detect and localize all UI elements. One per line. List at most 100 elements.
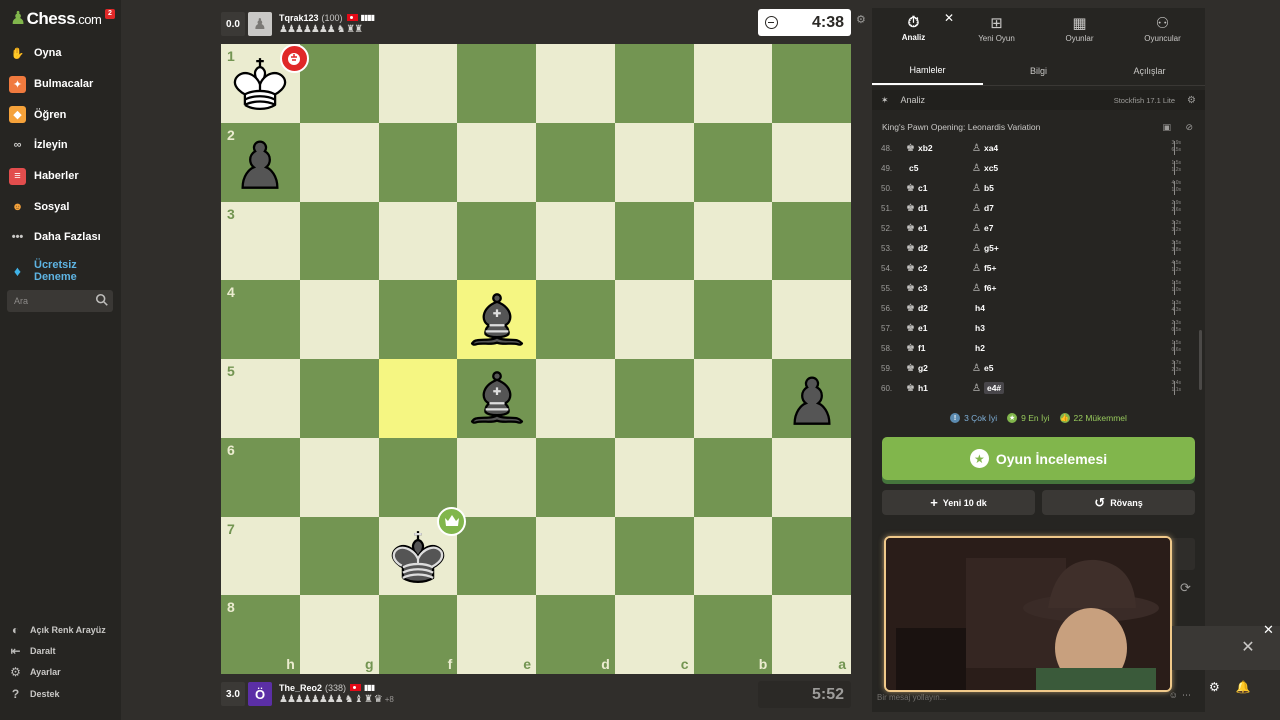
board-square-b6[interactable] (693, 437, 773, 517)
board-square-d1[interactable] (536, 44, 615, 123)
black-move[interactable]: ♙ e5 (972, 363, 1072, 374)
sidebar-item-watch[interactable]: ∞ İzleyin (0, 130, 121, 161)
white-move[interactable]: ♚ c1 (906, 183, 972, 194)
black-move[interactable]: ♙ g5+ (972, 243, 1072, 254)
board-square-c8[interactable]: c (614, 595, 694, 674)
gear-icon[interactable]: ⚙ (1187, 95, 1196, 106)
board-square-g7[interactable] (299, 516, 379, 596)
board-square-b3[interactable] (693, 201, 773, 281)
scrollbar-thumb[interactable] (1199, 330, 1202, 390)
white-move[interactable]: ♚ c3 (906, 283, 972, 294)
black-move[interactable]: ♙ xc5 (972, 163, 1072, 174)
white-move[interactable]: ♚ e1 (906, 223, 972, 234)
board-square-d2[interactable] (536, 122, 615, 202)
board-square-d8[interactable]: d (536, 595, 615, 674)
board-square-e7[interactable] (457, 516, 536, 596)
board-square-a7[interactable] (772, 516, 851, 596)
board-square-f5[interactable] (378, 359, 458, 438)
white-move[interactable]: ♚ e1 (906, 323, 972, 334)
black-move[interactable]: ♙ e7 (972, 223, 1072, 234)
board-square-h5[interactable]: 5 (221, 359, 300, 438)
search-icon[interactable] (95, 293, 109, 307)
white-move[interactable]: ♚ xb2 (906, 143, 972, 154)
bell-icon[interactable]: 🔔 (1236, 680, 1267, 694)
board-square-d6[interactable] (536, 437, 615, 517)
settings-link[interactable]: ⚙ Ayarlar (0, 662, 121, 683)
sidebar-item-puzzles[interactable]: ✦ Bulmacalar (0, 69, 121, 100)
chess-board[interactable]: 12345678hgfedcba (221, 44, 851, 674)
board-square-e1[interactable] (457, 44, 536, 123)
board-square-f6[interactable] (378, 437, 458, 517)
chess-logo[interactable]: ♟Chess.com (10, 8, 102, 29)
notification-badge[interactable]: 2 (105, 9, 115, 19)
close-icon[interactable]: ✕ (1263, 622, 1274, 638)
board-square-a2[interactable] (772, 122, 851, 202)
black-pawn-piece[interactable] (772, 359, 851, 438)
move-list-scrollbar[interactable] (1199, 140, 1202, 398)
board-square-a8[interactable]: a (772, 595, 851, 674)
board-square-h3[interactable]: 3 (221, 201, 300, 281)
black-bishop-piece[interactable] (457, 280, 536, 359)
emoji-icon[interactable]: ☺ (1169, 690, 1182, 700)
board-square-f8[interactable]: f (378, 595, 458, 674)
board-square-f1[interactable] (378, 44, 458, 123)
board-square-g8[interactable]: g (299, 595, 379, 674)
board-square-d7[interactable] (536, 516, 615, 596)
refresh-icon[interactable]: ⟳ (1180, 580, 1191, 596)
white-move[interactable]: ♚ f1 (906, 343, 972, 354)
board-square-c3[interactable] (614, 201, 694, 281)
avatar[interactable]: Ö (248, 682, 272, 706)
board-square-a3[interactable] (772, 201, 851, 281)
sidebar-item-learn[interactable]: ◆ Öğren (0, 99, 121, 130)
board-square-g3[interactable] (299, 201, 379, 281)
board-square-c2[interactable] (614, 122, 694, 202)
tab-analysis[interactable]: ⏱ Analiz (872, 8, 955, 48)
opening-name[interactable]: King's Pawn Opening: Leonardis Variation (882, 122, 1040, 132)
board-square-a4[interactable] (772, 280, 851, 359)
black-move[interactable]: h2 (972, 343, 1072, 353)
white-move[interactable]: ♚ c2 (906, 263, 972, 274)
board-square-b1[interactable] (693, 44, 773, 123)
board-square-f3[interactable] (378, 201, 458, 281)
book-icon[interactable]: ▣ (1162, 122, 1171, 133)
board-square-g4[interactable] (299, 280, 379, 359)
white-move[interactable]: ♚ h1 (906, 383, 972, 394)
white-move[interactable]: ♚ g2 (906, 363, 972, 374)
gear-icon[interactable]: ⚙ (1209, 680, 1236, 694)
black-pawn-piece[interactable] (221, 123, 300, 202)
ban-icon[interactable]: ⊘ (1185, 122, 1193, 133)
board-square-a1[interactable] (772, 44, 851, 123)
board-square-a6[interactable] (772, 437, 851, 517)
tab-new-game[interactable]: ⊞ Yeni Oyun (955, 8, 1038, 48)
white-move[interactable]: c5 (906, 163, 972, 173)
board-square-e6[interactable] (457, 437, 536, 517)
board-square-b2[interactable] (693, 122, 773, 202)
black-move[interactable]: ♙ e4# (972, 382, 1072, 394)
black-move[interactable]: h3 (972, 323, 1072, 333)
tab-openings[interactable]: Açılışlar (1094, 56, 1205, 85)
black-move[interactable]: ♙ b5 (972, 183, 1072, 194)
tab-moves[interactable]: Hamleler (872, 56, 983, 85)
toast-close-icon[interactable]: ✕ (1240, 640, 1256, 656)
board-square-h7[interactable]: 7 (221, 516, 300, 596)
new-game-button[interactable]: + Yeni 10 dk (882, 490, 1035, 515)
search-input[interactable]: Ara (7, 290, 113, 312)
white-move[interactable]: ♚ d1 (906, 203, 972, 214)
board-settings-icon[interactable]: ⚙ (856, 13, 866, 26)
board-square-c5[interactable] (614, 359, 694, 438)
close-icon[interactable]: ✕ (944, 11, 954, 25)
board-square-b7[interactable] (693, 516, 773, 596)
black-move[interactable]: h4 (972, 303, 1072, 313)
board-square-d5[interactable] (536, 359, 615, 438)
player-name[interactable]: Tqrak123 (279, 13, 319, 23)
board-square-h4[interactable]: 4 (221, 280, 300, 359)
tab-info[interactable]: Bilgi (983, 56, 1094, 85)
rematch-button[interactable]: ↺ Rövanş (1042, 490, 1195, 515)
board-square-f4[interactable] (378, 280, 458, 359)
black-move[interactable]: ♙ xa4 (972, 143, 1072, 154)
board-square-d3[interactable] (536, 201, 615, 281)
board-square-e3[interactable] (457, 201, 536, 281)
black-bishop-piece[interactable] (457, 359, 536, 438)
sidebar-item-news[interactable]: ≡ Haberler (0, 161, 121, 192)
board-square-e8[interactable]: e (457, 595, 536, 674)
